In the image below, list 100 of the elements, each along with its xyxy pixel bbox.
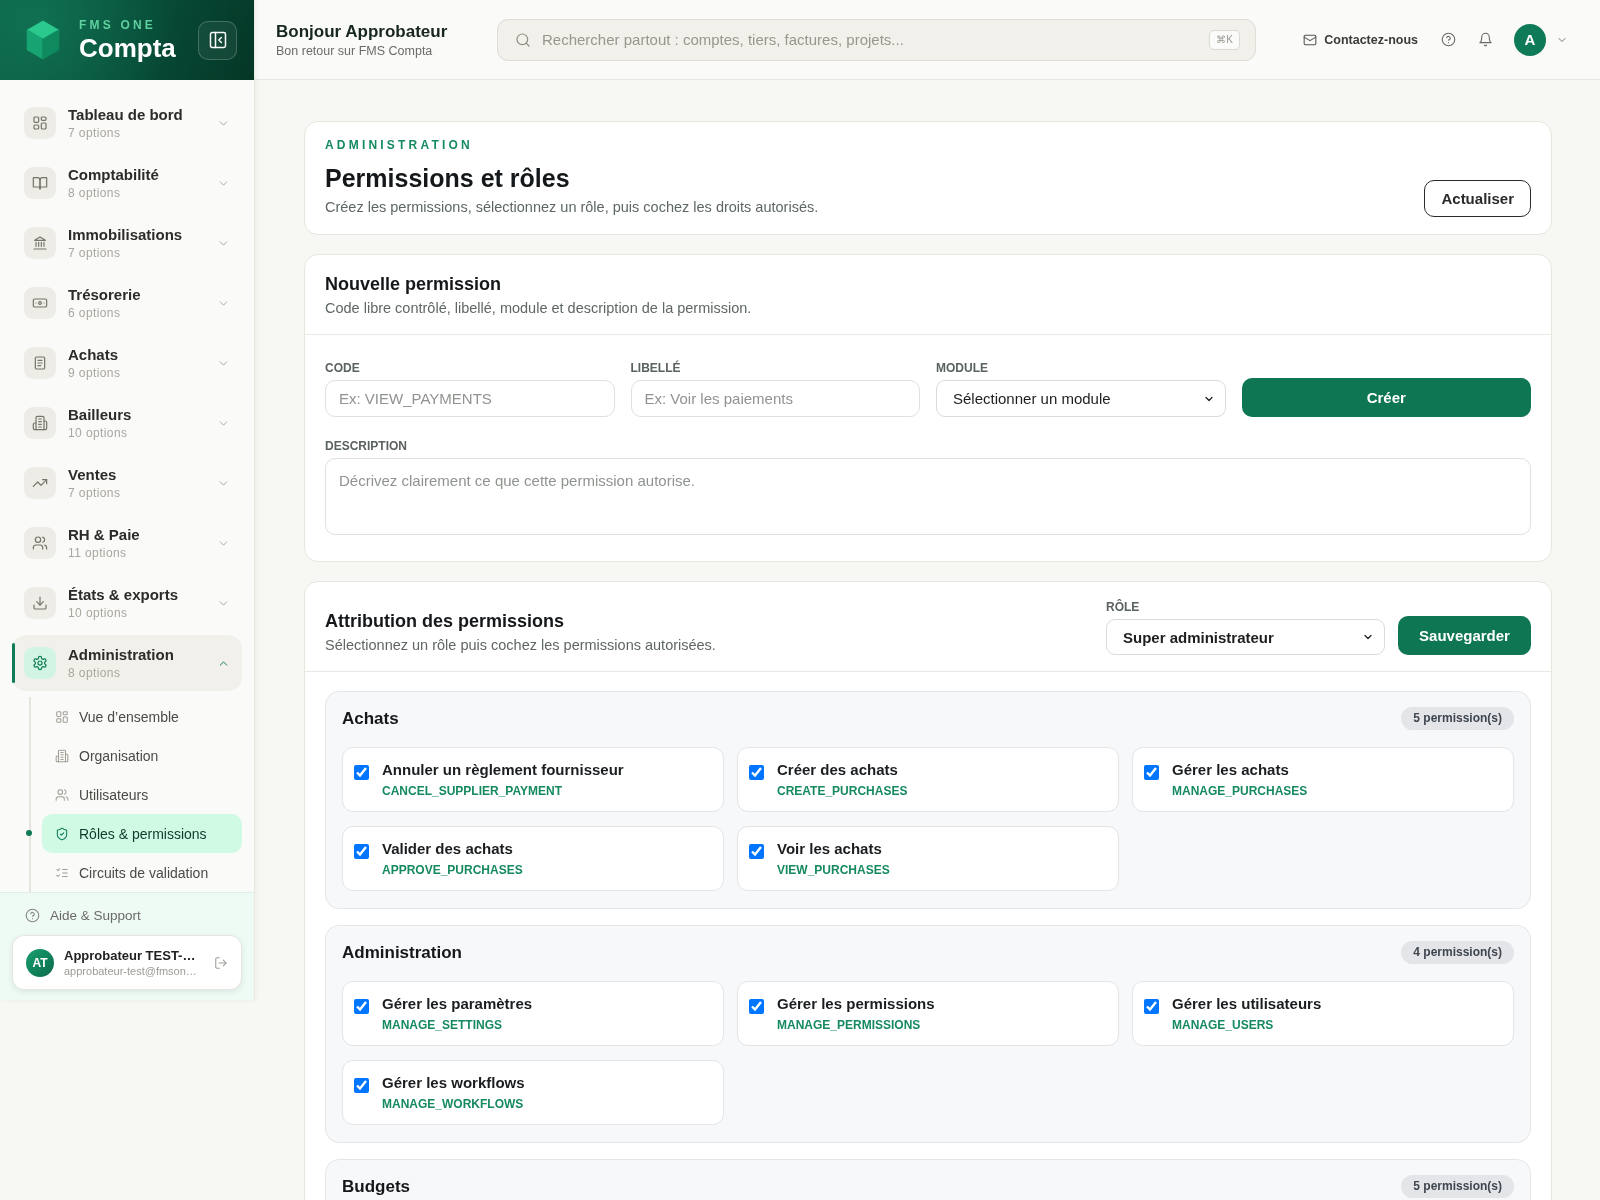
permission-checkbox[interactable]	[1144, 765, 1159, 780]
refresh-button[interactable]: Actualiser	[1424, 180, 1531, 217]
shield-check-icon	[55, 826, 69, 841]
permission-label: Gérer les achats	[1172, 760, 1290, 780]
save-button[interactable]: Sauvegarder	[1398, 616, 1531, 655]
permission-label: Annuler un règlement fournisseur	[382, 760, 624, 780]
permission-label: Gérer les permissions	[777, 994, 935, 1014]
input-field[interactable]: Ex: Voir les paiements	[630, 380, 920, 417]
user-avatar: AT	[26, 948, 54, 977]
keyboard-shortcut: ⌘K	[1209, 29, 1240, 50]
create-button[interactable]: Créer	[1241, 378, 1531, 417]
count-badge: 5 permission(s)	[1401, 1175, 1514, 1198]
subnav-item[interactable]: Utilisateurs	[42, 775, 242, 814]
nav-item[interactable]: Ventes 7 options	[12, 455, 242, 511]
nav-item[interactable]: Achats 9 options	[12, 335, 242, 391]
subnav-item[interactable]: Organisation	[42, 736, 242, 775]
input-field[interactable]: Ex: VIEW_PAYMENTS	[325, 380, 615, 417]
user-name: Approbateur TEST-…	[64, 946, 197, 964]
brand-overline: FMS ONE	[79, 17, 158, 32]
page-subtitle: Créez les permissions, sélectionnez un rôle, puis cochez les droits autorisés.	[325, 198, 820, 217]
permission-label: Gérer les paramètres	[382, 994, 533, 1014]
sidebar-panel-icon	[207, 30, 228, 50]
nav-item[interactable]: Administration 8 options	[12, 635, 242, 691]
group-title: Achats	[342, 707, 399, 730]
permission-code: MANAGE_PURCHASES	[1172, 783, 1308, 799]
permission-checkbox[interactable]	[749, 999, 764, 1014]
page-title: Permissions et rôles	[325, 163, 571, 193]
permission-checkbox[interactable]	[749, 765, 764, 780]
trend-chart-icon	[24, 467, 56, 499]
cube-logo-icon	[25, 20, 61, 60]
subnav-item[interactable]: Vue d’ensemble	[42, 697, 242, 736]
search-icon	[515, 31, 531, 48]
field-label: RÔLE	[1106, 600, 1141, 614]
greeting-title: Bonjour Approbateur	[276, 20, 449, 42]
permission-checkbox[interactable]	[354, 999, 369, 1014]
nav-item[interactable]: Tableau de bord 7 options	[12, 95, 242, 151]
building-icon	[24, 407, 56, 439]
role-select[interactable]: Super administrateur	[1106, 619, 1385, 655]
nav-item[interactable]: Trésorerie 6 options	[12, 275, 242, 331]
permission-code: MANAGE_PERMISSIONS	[777, 1017, 922, 1033]
field-label: LIBELLÉ	[630, 361, 682, 375]
nav-item[interactable]: Bailleurs 10 options	[12, 395, 242, 451]
permission-code: APPROVE_PURCHASES	[382, 862, 523, 878]
help-icon	[25, 907, 40, 923]
permission-code: MANAGE_SETTINGS	[382, 1017, 503, 1033]
field-label: CODE	[325, 361, 361, 375]
permission-code: MANAGE_WORKFLOWS	[382, 1096, 525, 1112]
permission-checkbox[interactable]	[354, 765, 369, 780]
section-overline: ADMINISTRATION	[325, 137, 474, 153]
permission-label: Gérer les utilisateurs	[1172, 994, 1322, 1014]
active-dot-icon	[26, 830, 32, 836]
mail-icon	[1303, 32, 1318, 47]
collapse-sidebar-button[interactable]	[198, 20, 237, 60]
bank-icon	[24, 227, 56, 259]
help-link[interactable]: Aide & Support	[12, 901, 145, 929]
permission-checkbox[interactable]	[749, 844, 764, 859]
subnav-item[interactable]: Rôles & permissions	[42, 814, 242, 853]
book-icon	[24, 167, 56, 199]
building-icon	[55, 748, 69, 763]
users-icon	[55, 787, 69, 802]
logout-icon[interactable]	[214, 955, 228, 970]
checklist-icon	[55, 865, 69, 880]
card-title: Nouvelle permission	[325, 273, 503, 295]
search-input[interactable]: Rechercher partout : comptes, tiers, factures, projets...	[542, 27, 1199, 52]
permission-label: Voir les achats	[777, 839, 883, 859]
grid-icon	[24, 107, 56, 139]
permission-checkbox[interactable]	[354, 844, 369, 859]
permission-code: MANAGE_USERS	[1172, 1017, 1275, 1033]
document-icon	[24, 347, 56, 379]
bell-icon[interactable]	[1478, 32, 1493, 47]
user-email: approbateur-test@fmson…	[64, 963, 197, 979]
help-icon[interactable]	[1441, 32, 1456, 47]
banknote-icon	[24, 287, 56, 319]
subnav-item[interactable]: Circuits de validation	[42, 853, 242, 892]
nav-item[interactable]: Comptabilité 8 options	[12, 155, 242, 211]
nav-item[interactable]: RH & Paie 11 options	[12, 515, 242, 571]
select-field[interactable]: Sélectionner un module	[936, 380, 1226, 417]
permission-label: Valider des achats	[382, 839, 514, 859]
group-title: Budgets	[342, 1175, 410, 1198]
users-icon	[24, 527, 56, 559]
field-label: MODULE	[936, 361, 989, 375]
brand-name: Compta	[79, 32, 176, 63]
permission-code: CANCEL_SUPPLIER_PAYMENT	[382, 783, 564, 799]
permission-checkbox[interactable]	[354, 1078, 369, 1093]
contact-link[interactable]: Contactez-nous	[1303, 32, 1418, 47]
card-title: Attribution des permissions	[325, 610, 566, 632]
nav-item[interactable]: États & exports 10 options	[12, 575, 242, 631]
greeting-subtitle: Bon retour sur FMS Compta	[276, 42, 434, 59]
group-title: Administration	[342, 941, 462, 964]
description-field[interactable]: Décrivez clairement ce que cette permission autorise.	[325, 458, 1531, 535]
count-badge: 4 permission(s)	[1401, 941, 1514, 964]
permission-code: CREATE_PURCHASES	[777, 783, 908, 799]
grid-icon	[55, 709, 69, 724]
nav-item[interactable]: Immobilisations 7 options	[12, 215, 242, 271]
card-subtitle: Sélectionnez un rôle puis cochez les permissions autorisées.	[325, 636, 716, 655]
permission-label: Créer des achats	[777, 760, 899, 780]
permission-checkbox[interactable]	[1144, 999, 1159, 1014]
permission-code: VIEW_PURCHASES	[777, 862, 890, 878]
permission-label: Gérer les workflows	[382, 1073, 525, 1093]
user-avatar[interactable]: A	[1514, 23, 1546, 56]
